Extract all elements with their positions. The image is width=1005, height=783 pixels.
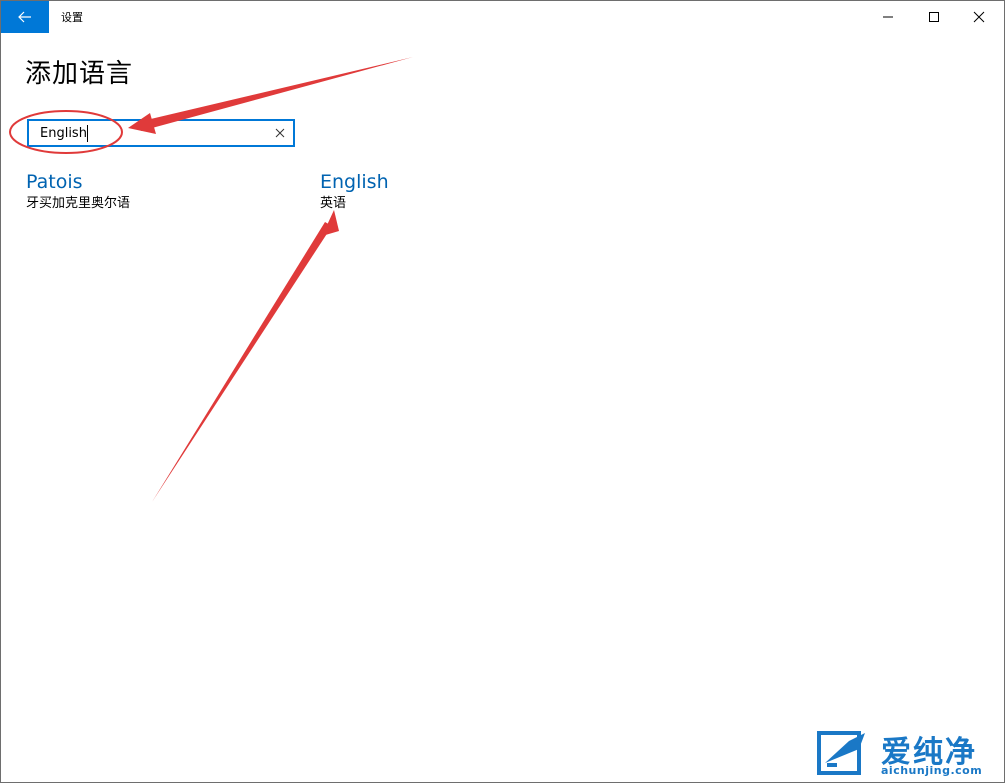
search-input[interactable]: English (27, 119, 295, 147)
maximize-button[interactable] (911, 1, 957, 33)
result-name: English (320, 171, 389, 193)
settings-window: 设置 添加语言 English Patois 牙买加克里奥尔语 English … (0, 0, 1005, 783)
watermark-icon (817, 731, 865, 775)
minimize-button[interactable] (865, 1, 911, 33)
back-arrow-icon (18, 11, 31, 23)
minimize-icon (883, 16, 893, 18)
watermark-logo: 爱纯净 aichunjing.com (815, 727, 1001, 781)
result-name: Patois (26, 171, 83, 193)
watermark-url: aichunjing.com (881, 764, 983, 777)
clear-x-icon (275, 128, 285, 138)
maximize-icon (929, 12, 939, 22)
close-icon (973, 11, 985, 23)
result-native-name: 牙买加克里奥尔语 (26, 196, 131, 211)
text-caret (87, 125, 88, 142)
title-bar: 设置 (1, 1, 1004, 33)
close-button[interactable] (956, 1, 1002, 33)
clear-search-button[interactable] (271, 124, 289, 142)
result-patois[interactable]: Patois 牙买加克里奥尔语 (26, 171, 130, 213)
result-english[interactable]: English 英语 (320, 171, 389, 213)
back-button[interactable] (1, 1, 49, 33)
search-input-value: English (40, 126, 87, 141)
result-native-name: 英语 (320, 196, 347, 211)
page-title: 添加语言 (25, 59, 134, 89)
app-title: 设置 (61, 11, 83, 24)
